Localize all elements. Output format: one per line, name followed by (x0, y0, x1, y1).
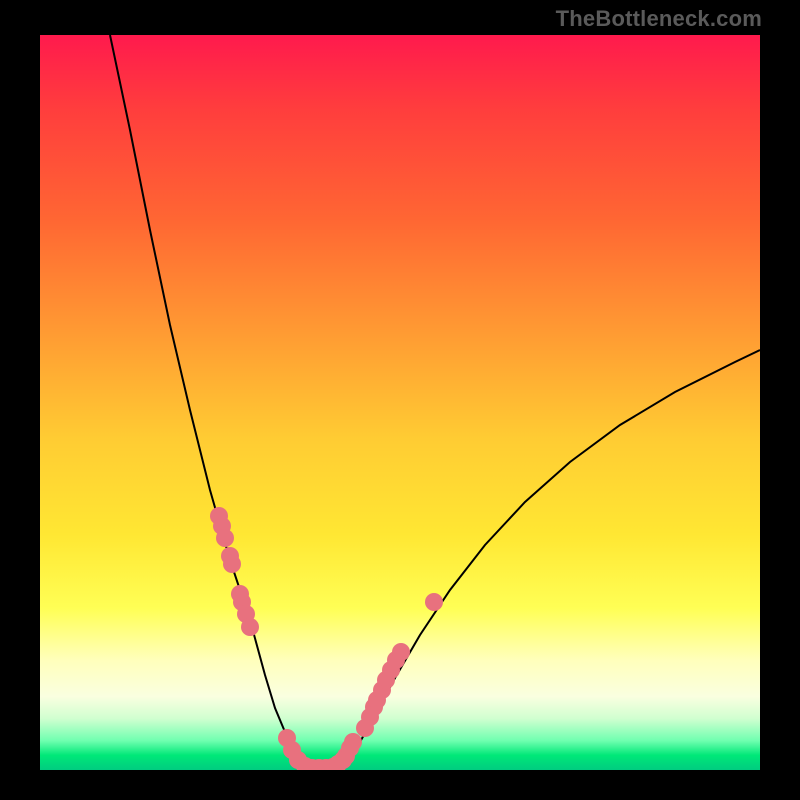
watermark-label: TheBottleneck.com (556, 6, 762, 32)
marker-point (344, 733, 362, 751)
marker-point (241, 618, 259, 636)
chart-frame: TheBottleneck.com (0, 0, 800, 800)
curves-group (110, 35, 760, 770)
marker-point (216, 529, 234, 547)
curve-right-curve (340, 350, 760, 768)
marker-point (425, 593, 443, 611)
marker-point (392, 643, 410, 661)
marker-point (223, 555, 241, 573)
markers-group (210, 507, 443, 770)
chart-svg (40, 35, 760, 770)
curve-left-curve (110, 35, 302, 768)
plot-area (40, 35, 760, 770)
